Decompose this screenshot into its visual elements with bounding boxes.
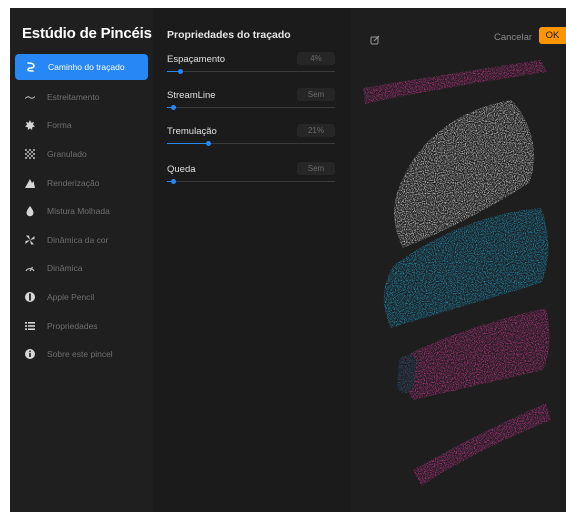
brush-studio-window: Estúdio de Pincéis Caminho do traçado Es… — [10, 8, 566, 512]
sidebar-item-label: Forma — [47, 120, 72, 131]
slider-knob[interactable] — [171, 179, 176, 184]
cancel-button[interactable]: Cancelar — [494, 32, 532, 43]
setting-jitter: Tremulação 21% — [167, 124, 335, 156]
slider-knob[interactable] — [171, 105, 176, 110]
brush-strokes-preview — [363, 60, 551, 486]
sidebar-item-label: Propriedades — [47, 320, 98, 331]
setting-streamline: StreamLine Sem — [167, 88, 335, 120]
taper-icon — [24, 91, 36, 103]
sidebar-item-apple-pencil[interactable]: Apple Pencil — [10, 283, 153, 312]
sidebar-item-label: Renderização — [47, 177, 100, 188]
setting-label: StreamLine — [167, 90, 216, 101]
sidebar-item-color-dynamics[interactable]: Dinâmica da cor — [10, 226, 153, 255]
slider-track[interactable] — [167, 107, 335, 108]
sidebar-item-label: Dinâmica da cor — [47, 234, 109, 245]
sidebar-item-shape[interactable]: Forma — [10, 111, 153, 140]
sidebar-item-about-brush[interactable]: Sobre este pincel — [10, 340, 153, 369]
sidebar-item-label: Estreitamento — [47, 91, 100, 102]
sidebar: Estúdio de Pincéis Caminho do traçado Es… — [10, 8, 153, 512]
slider-track[interactable] — [167, 181, 335, 182]
sidebar-title: Estúdio de Pincéis — [22, 25, 152, 42]
apple-pencil-icon — [24, 291, 36, 303]
sidebar-item-wet-mix[interactable]: Mistura Molhada — [10, 197, 153, 226]
dynamics-icon — [24, 262, 36, 274]
slider-knob[interactable] — [178, 69, 183, 74]
sidebar-item-label: Sobre este pincel — [47, 349, 113, 360]
stroke-path-icon — [25, 61, 37, 73]
brush-preview: Cancelar OK — [351, 8, 566, 512]
setting-value[interactable]: Sem — [297, 162, 335, 175]
setting-value[interactable]: 21% — [297, 124, 335, 137]
sidebar-item-taper[interactable]: Estreitamento — [10, 83, 153, 112]
setting-label: Espaçamento — [167, 54, 226, 65]
setting-spacing: Espaçamento 4% — [167, 52, 335, 84]
slider-fill — [167, 143, 208, 144]
setting-label: Tremulação — [167, 126, 217, 137]
wet-mix-icon — [24, 205, 36, 217]
grain-icon — [24, 148, 36, 160]
edit-icon[interactable] — [370, 32, 380, 45]
sidebar-item-properties[interactable]: Propriedades — [10, 311, 153, 340]
slider-knob[interactable] — [206, 141, 211, 146]
properties-icon — [24, 320, 36, 332]
sidebar-item-dynamics[interactable]: Dinâmica — [10, 254, 153, 283]
shape-icon — [24, 119, 36, 131]
sidebar-item-label: Caminho do traçado — [48, 62, 125, 72]
setting-label: Queda — [167, 164, 196, 175]
sidebar-item-rendering[interactable]: Renderização — [10, 168, 153, 197]
info-icon — [24, 348, 36, 360]
ok-button[interactable]: OK — [539, 27, 566, 44]
magenta-stroke-bottom — [413, 403, 551, 486]
sidebar-item-label: Granulado — [47, 149, 87, 160]
sidebar-item-label: Apple Pencil — [47, 292, 95, 303]
color-dynamics-icon — [24, 234, 36, 246]
sidebar-item-label: Dinâmica — [47, 263, 83, 274]
slider-track[interactable] — [167, 71, 335, 72]
sidebar-nav: Caminho do traçado Estreitamento Forma G… — [10, 54, 153, 369]
sidebar-item-grain[interactable]: Granulado — [10, 140, 153, 169]
sidebar-item-label: Mistura Molhada — [47, 206, 110, 217]
rendering-icon — [24, 177, 36, 189]
panel-title: Propriedades do traçado — [167, 29, 291, 41]
sidebar-item-stroke-path[interactable]: Caminho do traçado — [15, 54, 148, 80]
magenta-stroke-top — [363, 60, 547, 104]
stroke-properties-panel: Propriedades do traçado Espaçamento 4% S… — [153, 8, 351, 512]
setting-value[interactable]: Sem — [297, 88, 335, 101]
setting-value[interactable]: 4% — [297, 52, 335, 65]
setting-falloff: Queda Sem — [167, 162, 335, 194]
magenta-stroke-middle — [405, 308, 550, 400]
